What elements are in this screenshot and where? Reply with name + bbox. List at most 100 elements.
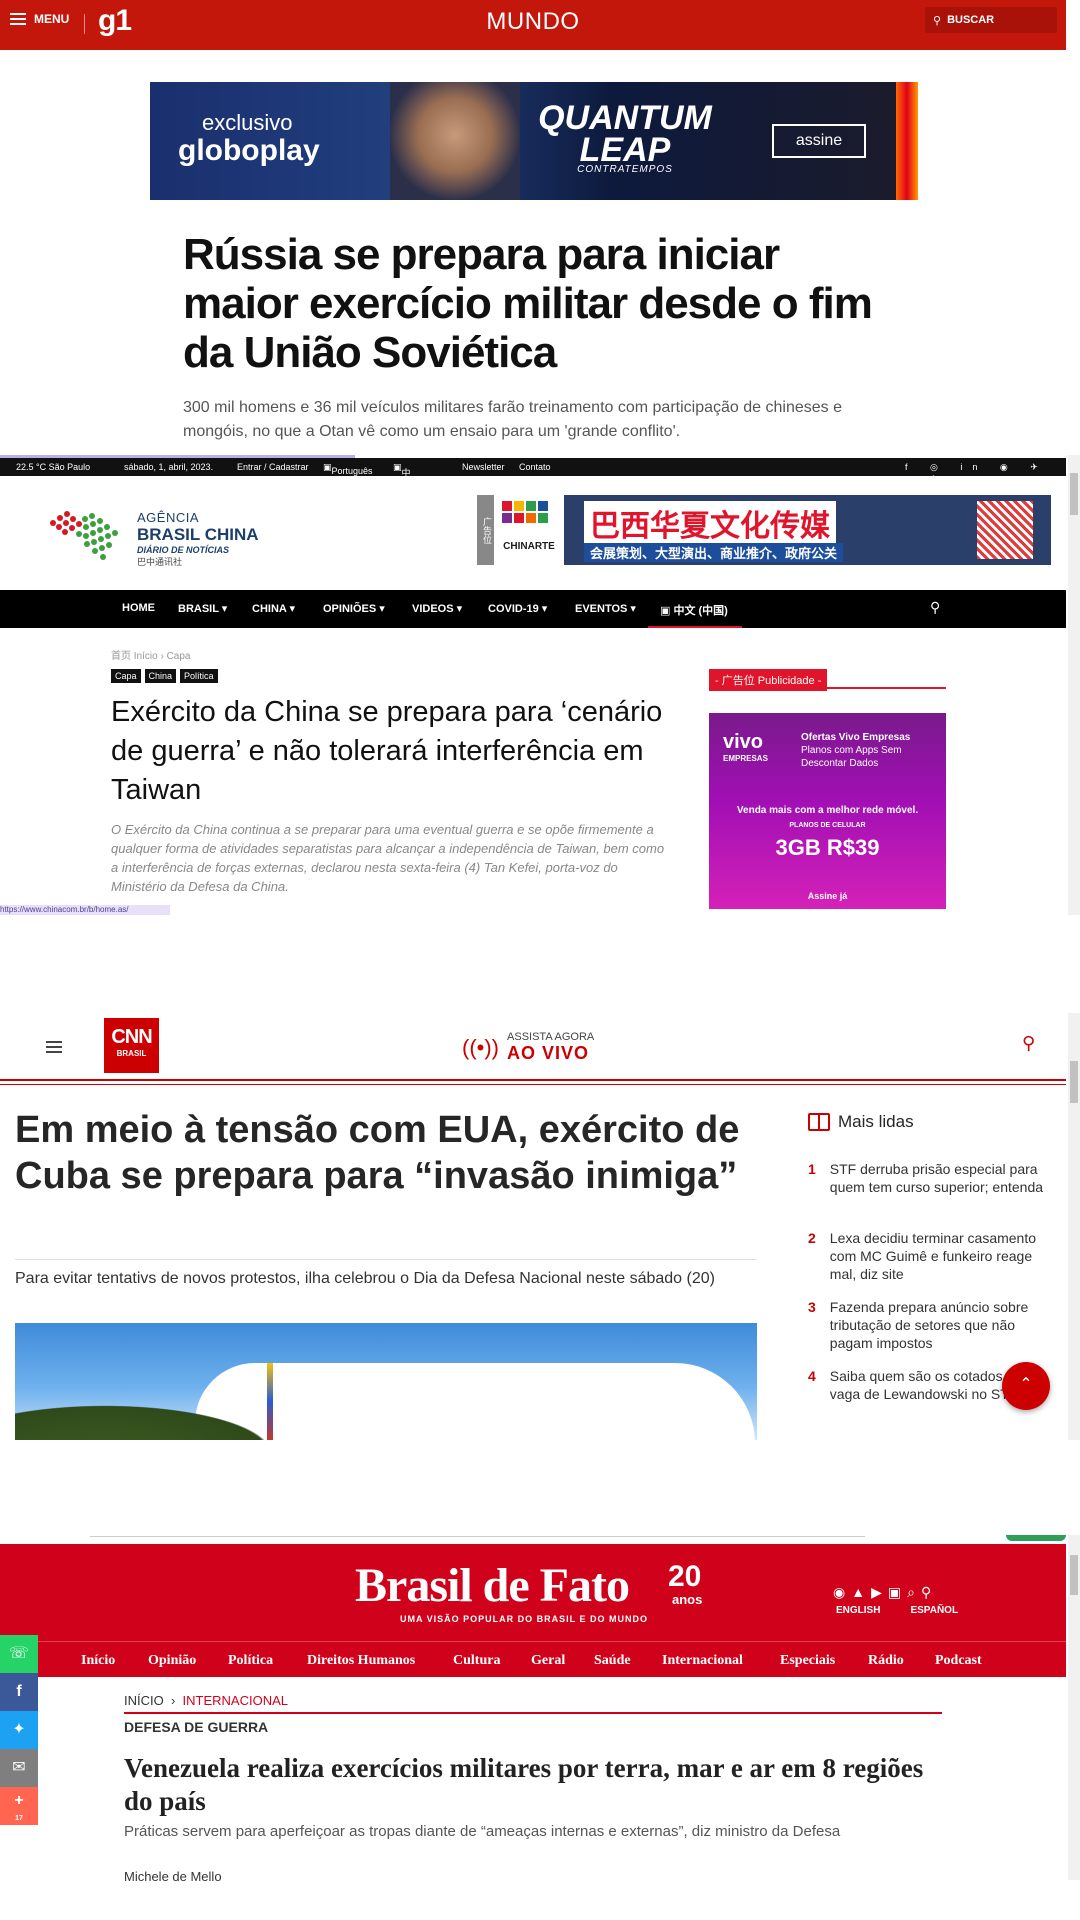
nav-item-chinese[interactable]: ▣ 中文 (中国) [660,602,728,618]
most-read-item[interactable]: 3 Fazenda prepara anúncio sobre tributaç… [808,1298,1058,1352]
g1-subheadline: 300 mil homens e 36 mil veículos militar… [183,399,842,440]
lang-chinese-link[interactable]: ▣ 中文 (中国) [393,462,414,517]
vivo-mid: Venda mais com a melhor rede móvel. [736,805,919,816]
nav-item-brasil[interactable]: BRASIL ▾ [178,602,227,615]
nav-item-eventos[interactable]: EVENTOS ▾ [575,602,636,615]
nav-item-opinioes[interactable]: OPINIÕES ▾ [323,602,385,615]
cnn-header: CNN BRASIL ((•)) ASSISTA AGORA AO VIVO ⚲ [0,1013,1066,1079]
rss-icon[interactable]: ⌕ [907,1584,915,1601]
headline-divider [15,1259,757,1260]
nav-item-saude[interactable]: Saúde [594,1653,631,1669]
abc-logo-text[interactable]: AGÊNCIA BRASIL CHINA DIÁRIO DE NOTÍCIAS … [137,510,259,568]
g1-search-button[interactable]: ⚲ BUSCAR [925,7,1057,33]
nav-item-radio[interactable]: Rádio [868,1653,904,1669]
more-share-button[interactable]: +17 [0,1787,38,1825]
ad-subscribe-button[interactable]: assine [772,124,866,158]
article-photo [15,1323,757,1440]
search-icon[interactable]: ⚲ [1022,1033,1035,1054]
scrollbar-thumb[interactable] [1070,1555,1078,1595]
nav-item-china[interactable]: CHINA ▾ [252,602,295,615]
vivo-tagline: Venda mais com a melhor rede móvel. PLANO… [709,805,946,829]
lang-portuguese-link[interactable]: ▣ Português [323,462,373,476]
nav-item-chinese-label: 中文 (中国) [673,605,728,617]
breadcrumb[interactable]: 首页 Início › Capa [111,647,190,662]
vivo-brand-sub: EMPRESAS [723,754,768,763]
cnn-subheadline: Para evitar tentativs de novos protestos… [15,1270,715,1287]
nav-item-podcast[interactable]: Podcast [935,1653,982,1669]
header-red-line [0,1079,1066,1081]
nav-item-especiais[interactable]: Especiais [780,1653,835,1669]
search-icon[interactable]: ⚲ [930,599,940,616]
breadcrumb-home[interactable]: INÍCIO [124,1693,164,1708]
youtube-icon[interactable]: ▶ [871,1584,882,1601]
cnn-logo[interactable]: CNN BRASIL [104,1018,159,1073]
live-text: ASSISTA AGORA AO VIVO [507,1031,594,1064]
facebook-icon[interactable]: ◉ [833,1584,845,1601]
vivo-cta[interactable]: Assine já [709,891,946,901]
green-tab [1006,1535,1066,1541]
nav-item-covid[interactable]: COVID-19 ▾ [488,602,547,615]
tag-china[interactable]: China [144,669,177,683]
email-share-button[interactable]: ✉ [0,1749,38,1787]
vivo-offer-title: Ofertas Vivo Empresas [801,732,911,743]
globoplay-ad-banner[interactable]: exclusivo globoplay QUANTUM LEAP CONTRAT… [150,82,918,200]
lang-spanish-link[interactable]: ESPAÑOL [910,1605,958,1616]
search-icon[interactable]: ⚲ [921,1584,931,1601]
bdf-main-nav: Início Opinião Política Direitos Humanos… [0,1641,1066,1677]
nav-item-internacional[interactable]: Internacional [662,1653,743,1669]
live-button[interactable]: ((•)) ASSISTA AGORA AO VIVO [462,1031,594,1064]
nav-item-home[interactable]: HOME [122,602,155,614]
most-read-header: Mais lidas [808,1112,1058,1132]
nav-active-indicator [648,626,742,628]
instagram-icon[interactable]: ▣ [888,1584,901,1601]
social-icons[interactable]: f ◎ in ◉ ✈ ♥ ▶ [905,462,1066,484]
bdf-anniversary-number: 20 [668,1560,702,1593]
nav-item-politica[interactable]: Política [228,1653,273,1669]
bdf-logo[interactable]: Brasil de Fato [355,1558,630,1613]
vivo-ad[interactable]: vivo EMPRESAS Ofertas Vivo Empresas Planos… [709,713,946,909]
nav-item-direitos-humanos[interactable]: Direitos Humanos [307,1653,415,1669]
nav-item-inicio[interactable]: Início [81,1653,115,1669]
contact-link[interactable]: Contato [519,462,551,472]
abc-logo-line4: 巴中通讯社 [137,557,183,567]
twitter-share-button[interactable]: ✦ [0,1711,38,1749]
nav-item-china-label: CHINA [252,603,287,615]
scrollbar[interactable] [1068,455,1080,915]
category-tags: Capa China Política [111,669,218,683]
abc-main-nav: HOME BRASIL ▾ CHINA ▾ OPINIÕES ▾ VIDEOS … [0,590,1066,628]
nav-item-opiniao[interactable]: Opinião [148,1653,196,1669]
whatsapp-share-button[interactable]: ☏ [0,1635,38,1673]
nav-item-geral[interactable]: Geral [531,1653,565,1669]
most-read-text: Fazenda prepara anúncio sobre tributação… [829,1299,1029,1351]
twitter-icon[interactable]: ▲ [851,1584,865,1601]
hamburger-icon[interactable] [46,1041,62,1053]
nav-item-videos[interactable]: VIDEOS ▾ [412,602,462,615]
cnn-logo-sub: BRASIL [116,1049,147,1058]
publicidade-header: - 广告位 Publicidade - [709,669,946,691]
facebook-share-button[interactable]: f [0,1673,38,1711]
vivo-price: 3GB R$39 [775,835,880,860]
tag-capa[interactable]: Capa [111,669,141,683]
scroll-top-button[interactable]: ⌃ [1002,1362,1050,1410]
ad-subtitle: CONTRATEMPOS [577,164,673,175]
abc-logo-mark [50,511,118,560]
most-read-item[interactable]: 1 STF derruba prisão especial para quem … [808,1160,1058,1196]
most-read-text: Lexa decidiu terminar casamento com MC G… [829,1230,1037,1282]
breadcrumb-section[interactable]: INTERNACIONAL [183,1693,288,1708]
scrollbar[interactable] [1068,1013,1080,1440]
scrollbar-thumb[interactable] [1070,473,1078,515]
lang-english-link[interactable]: ENGLISH [836,1605,880,1616]
status-bar-url: https://www.chinacom.br/b/home.as/ [0,905,170,915]
language-links: ENGLISH ESPAÑOL [836,1605,958,1616]
chinarte-ad-banner[interactable]: 广告位 CHINARTE 巴西华夏文化传媒 会展策划、大型演出、商业推介、政府公… [477,495,1051,565]
tag-politica[interactable]: Política [180,669,218,683]
chinarte-label: CHINARTE [503,541,555,552]
article-author[interactable]: Michele de Mello [124,1869,222,1881]
login-link[interactable]: Entrar / Cadastrar [237,462,309,472]
nav-item-cultura[interactable]: Cultura [453,1653,500,1669]
newsletter-link[interactable]: Newsletter [462,462,505,472]
most-read-number: 3 [808,1299,816,1315]
scrollbar-thumb[interactable] [1070,1061,1078,1103]
most-read-item[interactable]: 2 Lexa decidiu terminar casamento com MC… [808,1229,1058,1283]
scrollbar[interactable] [1068,1535,1080,1880]
